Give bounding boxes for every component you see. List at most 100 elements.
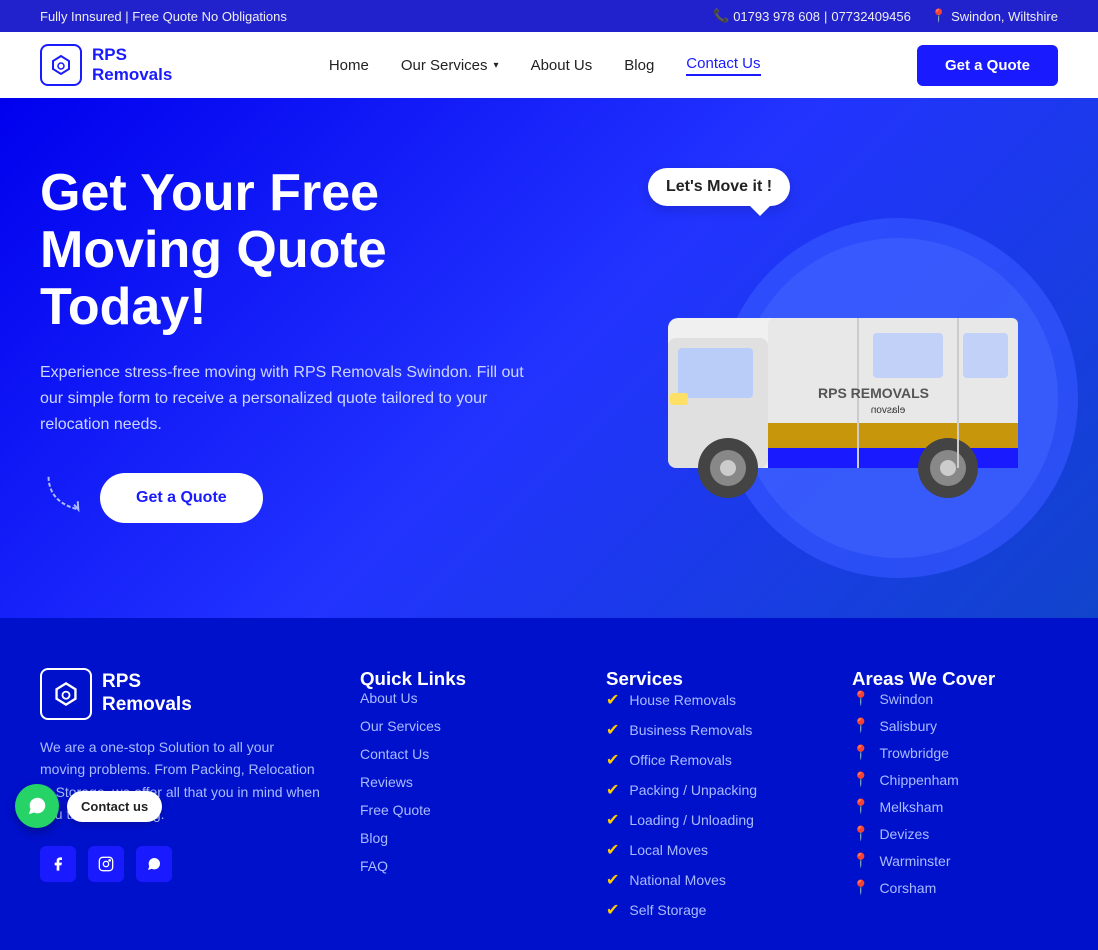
check-icon: ✔ (606, 780, 619, 800)
services-title: Services (606, 668, 812, 690)
service-item: ✔Self Storage (606, 900, 812, 920)
phone2: 07732409456 (831, 9, 911, 24)
check-icon: ✔ (606, 870, 619, 890)
header-quote-button[interactable]: Get a Quote (917, 45, 1058, 86)
hero-left: Get Your Free Moving Quote Today! Experi… (40, 165, 540, 531)
service-item: ✔ Loading / Unloading (606, 810, 812, 830)
hero-title: Get Your Free Moving Quote Today! (40, 165, 540, 337)
map-pin-icon: 📍 (852, 852, 869, 869)
quick-link[interactable]: Contact Us (360, 746, 429, 762)
footer-logo-name: RPS (102, 671, 141, 692)
logo[interactable]: RPS Removals (40, 44, 172, 86)
check-icon: ✔ (606, 690, 619, 710)
footer: RPS Removals We are a one-stop Solution … (0, 618, 1098, 950)
phone1: 01793 978 608 (733, 9, 820, 24)
quick-link-item: Reviews (360, 774, 566, 792)
check-icon: ✔ (606, 840, 619, 860)
areas-title: Areas We Cover (852, 668, 1058, 690)
map-pin-icon: 📍 (852, 744, 869, 761)
instagram-icon[interactable] (88, 846, 124, 882)
area-label: Melksham (879, 799, 943, 815)
top-bar-info: Fully Innsured | Free Quote No Obligatio… (40, 9, 287, 24)
service-label: National Moves (629, 872, 726, 888)
top-bar-left: Fully Innsured | Free Quote No Obligatio… (40, 9, 287, 24)
area-label: Trowbridge (879, 745, 949, 761)
map-pin-icon: 📍 (852, 798, 869, 815)
service-label: Loading / Unloading (629, 812, 754, 828)
quick-link[interactable]: About Us (360, 690, 418, 706)
nav-home[interactable]: Home (329, 57, 369, 74)
hero-description: Experience stress-free moving with RPS R… (40, 360, 540, 437)
area-label: Warminster (879, 853, 950, 869)
areas-list: 📍Swindon📍Salisbury📍Trowbridge📍Chippenham… (852, 690, 1058, 896)
service-label: Local Moves (629, 842, 708, 858)
arrow-icon (36, 471, 93, 526)
location-info: 📍 Swindon, Wiltshire (931, 8, 1058, 24)
footer-logo-text: RPS Removals (102, 671, 192, 717)
quick-link-item: Free Quote (360, 802, 566, 820)
whatsapp-label: Contact us (67, 791, 162, 822)
area-label: Devizes (879, 826, 929, 842)
service-label: Business Removals (629, 722, 752, 738)
quick-link[interactable]: FAQ (360, 858, 388, 874)
service-item: ✔ House Removals (606, 690, 812, 710)
hero-arrow-area: Get a Quote (40, 473, 540, 523)
quick-links-list: About Us Our Services Contact Us Reviews Fre… (360, 690, 566, 876)
whatsapp-icon[interactable] (136, 846, 172, 882)
location-icon: 📍 (931, 8, 947, 24)
logo-icon (40, 44, 82, 86)
logo-text: RPS Removals (92, 45, 172, 86)
quick-links-title: Quick Links (360, 668, 566, 690)
check-icon: ✔ (606, 810, 619, 830)
phone-icon: 📞 (713, 8, 729, 24)
nav-services[interactable]: Our Services ▾ (401, 57, 499, 74)
footer-areas: Areas We Cover 📍Swindon📍Salisbury📍Trowbr… (852, 668, 1058, 920)
header: RPS Removals Home Our Services ▾ About U… (0, 32, 1098, 98)
quick-link[interactable]: Blog (360, 830, 388, 846)
facebook-icon[interactable] (40, 846, 76, 882)
svg-text:RPS REMOVALS: RPS REMOVALS (818, 385, 929, 401)
map-pin-icon: 📍 (852, 879, 869, 896)
footer-quick-links: Quick Links About Us Our Services Contact … (360, 668, 566, 920)
area-item: 📍Chippenham (852, 771, 1058, 788)
nav-contact[interactable]: Contact Us (686, 55, 760, 76)
service-item: ✔ Local Moves (606, 840, 812, 860)
whatsapp-button[interactable] (15, 784, 59, 828)
svg-text:elasvon: elasvon (871, 405, 905, 416)
chevron-down-icon: ▾ (494, 60, 499, 71)
area-label: Swindon (879, 691, 933, 707)
map-pin-icon: 📍 (852, 771, 869, 788)
hero-section: Get Your Free Moving Quote Today! Experi… (0, 98, 1098, 618)
whatsapp-float[interactable]: Contact us (15, 784, 162, 828)
quick-link-item: Contact Us (360, 746, 566, 764)
hero-quote-button[interactable]: Get a Quote (100, 473, 263, 523)
area-label: Salisbury (879, 718, 937, 734)
hero-right: Let's Move it ! elasvon (638, 158, 1058, 538)
check-icon: ✔ (606, 750, 619, 770)
area-label: Corsham (879, 880, 936, 896)
footer-logo: RPS Removals (40, 668, 320, 720)
phone-info[interactable]: 📞 01793 978 608 | 07732409456 (713, 8, 911, 24)
location-text: Swindon, Wiltshire (951, 9, 1058, 24)
van-image: elasvon RPS REMOVALS (658, 178, 1038, 518)
logo-subtitle: Removals (92, 65, 172, 85)
map-pin-icon: 📍 (852, 825, 869, 842)
service-label: Self Storage (629, 902, 706, 918)
area-item: 📍 Corsham (852, 879, 1058, 896)
service-label: Packing / Unpacking (629, 782, 757, 798)
quick-link[interactable]: Our Services (360, 718, 441, 734)
footer-services: Services ✔ House Removals ✔ Business Remova… (606, 668, 812, 920)
area-item: 📍Salisbury (852, 717, 1058, 734)
nav-blog[interactable]: Blog (624, 57, 654, 74)
quick-link-item: About Us (360, 690, 566, 708)
footer-logo-icon (40, 668, 92, 720)
service-item: ✔ Business Removals (606, 720, 812, 740)
check-icon: ✔ (606, 720, 619, 740)
quick-link-item: FAQ (360, 858, 566, 876)
quick-link-item: Our Services (360, 718, 566, 736)
quick-link[interactable]: Free Quote (360, 802, 431, 818)
service-label: House Removals (629, 692, 736, 708)
nav-about[interactable]: About Us (531, 57, 593, 74)
quick-link[interactable]: Reviews (360, 774, 413, 790)
service-item: ✔Office Removals (606, 750, 812, 770)
